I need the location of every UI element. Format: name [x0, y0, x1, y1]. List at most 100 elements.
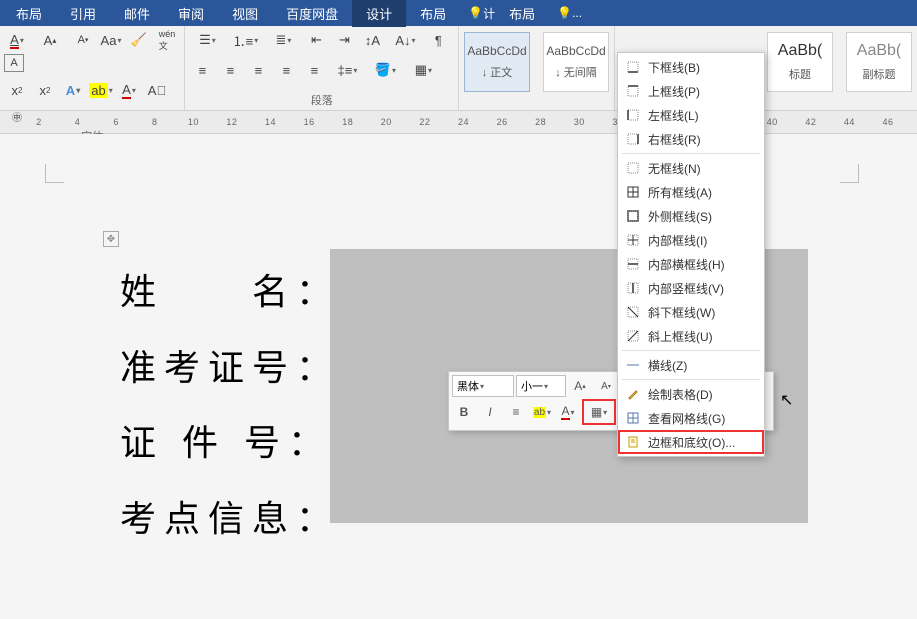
document-area[interactable]: ✥ 姓 名： 准考证号： 证 件 号： 考点信息： 黑体 ▾ 小一 ▾ A▴ A… [0, 134, 917, 619]
ctx-bv[interactable]: 内部竖框线(V) [618, 276, 764, 300]
ctx-bo[interactable]: 外侧框线(S) [618, 204, 764, 228]
align-left[interactable]: ≡ [189, 58, 215, 82]
mini-font-color[interactable]: A▾ [556, 401, 580, 423]
text-direction[interactable]: ↕A [359, 28, 385, 52]
menu-item-design[interactable]: 设计 [352, 0, 406, 27]
bullets[interactable]: ☰▾ [189, 28, 225, 52]
form-labels: 姓 名： 准考证号： 证 件 号： 考点信息： [120, 254, 340, 556]
label-exam-number: 准考证号： [120, 330, 340, 406]
border-icon [624, 410, 642, 426]
font-grow[interactable]: A▴ [32, 28, 68, 52]
border-icon [624, 304, 642, 320]
page-corner-tr [840, 164, 859, 183]
menu-item-mailings[interactable]: 邮件 [110, 0, 164, 27]
ctx-pen[interactable]: 绘制表格(D) [618, 382, 764, 406]
border-icon [624, 434, 642, 450]
mini-highlight[interactable]: ab▾ [530, 401, 554, 423]
ribbon: A▾ A▴ A▾ Aa▾ 🧹 wén文 A x2 x2 A▾ ab▾ A▾ A⃝… [0, 26, 917, 111]
ctx-bb[interactable]: 下框线(B) [618, 55, 764, 79]
mini-bold[interactable]: B [452, 401, 476, 423]
border-icon [624, 160, 642, 176]
menu-item-references[interactable]: 引用 [56, 0, 110, 27]
border-icon [624, 256, 642, 272]
align-center[interactable]: ≡ [217, 58, 243, 82]
numbering[interactable]: ⒈≡▾ [227, 28, 263, 52]
align-distribute[interactable]: ≡ [301, 58, 327, 82]
subscript[interactable]: x2 [4, 78, 30, 102]
menu-item-layout3[interactable]: 布局 [495, 0, 549, 27]
label-name: 姓 名： [120, 254, 340, 330]
ctx-bn[interactable]: 无框线(N) [618, 156, 764, 180]
label-id-number: 证 件 号： [120, 405, 340, 481]
mini-italic[interactable]: I [478, 401, 502, 423]
shading[interactable]: 🪣▾ [367, 58, 403, 82]
ctx-bd2[interactable]: 斜上框线(U) [618, 324, 764, 348]
align-right[interactable]: ≡ [245, 58, 271, 82]
text-effects[interactable]: A▾ [60, 78, 86, 102]
border-icon [624, 357, 642, 373]
ctx-grid[interactable]: 查看网格线(G) [618, 406, 764, 430]
font-shrink[interactable]: A▾ [70, 28, 96, 52]
ctx-doc[interactable]: 边框和底纹(O)... [618, 430, 764, 454]
show-marks[interactable]: ¶ [425, 28, 451, 52]
borders[interactable]: ▦▾ [405, 58, 441, 82]
menu-item-layout1[interactable]: 布局 [2, 0, 56, 27]
border-icon [624, 107, 642, 123]
sort[interactable]: A↓▾ [387, 28, 423, 52]
group-styles-a: AaBbCcDd↓ 正文 AaBbCcDd↓ 无间隔 [459, 26, 615, 110]
mini-shrink-font[interactable]: A▾ [594, 375, 618, 397]
font-color-dropdown[interactable]: A▾ [4, 28, 30, 52]
group-styles-b: AaBb(标题 AaBb(副标题 [762, 26, 917, 110]
mini-align[interactable]: ≡ [504, 401, 528, 423]
change-case[interactable]: Aa▾ [98, 28, 124, 52]
table-move-handle[interactable]: ✥ [103, 231, 119, 247]
style-nospacing[interactable]: AaBbCcDd↓ 无间隔 [543, 32, 609, 92]
increase-indent[interactable]: ⇥ [331, 28, 357, 52]
cursor-icon: ↖ [780, 390, 793, 410]
menu-item-view[interactable]: 视图 [218, 0, 272, 27]
char-border[interactable]: A [4, 54, 24, 72]
style-normal[interactable]: AaBbCcDd↓ 正文 [464, 32, 530, 92]
char-shading[interactable]: A⃝ [144, 78, 170, 102]
phonetic-guide[interactable]: wén文 [154, 28, 180, 52]
border-icon [624, 232, 642, 248]
ctx-bt[interactable]: 上框线(P) [618, 79, 764, 103]
font-color-2[interactable]: A▾ [116, 78, 142, 102]
group-paragraph: ☰▾ ⒈≡▾ ≣▾ ⇤ ⇥ ↕A A↓▾ ¶ ≡ ≡ ≡ ≡ ≡ ‡≡▾ 🪣▾ … [185, 26, 459, 110]
line-spacing[interactable]: ‡≡▾ [329, 58, 365, 82]
border-icon [624, 83, 642, 99]
ctx-bi[interactable]: 内部框线(I) [618, 228, 764, 252]
style-subtitle[interactable]: AaBb(副标题 [846, 32, 912, 92]
mini-font-family[interactable]: 黑体 ▾ [452, 375, 514, 397]
ctx-br[interactable]: 右框线(R) [618, 127, 764, 151]
border-icon [624, 328, 642, 344]
clear-formatting[interactable]: 🧹 [126, 28, 152, 52]
menu-item-baidu[interactable]: 百度网盘 [272, 0, 352, 27]
borders-menu: 下框线(B)上框线(P)左框线(L)右框线(R) 无框线(N)所有框线(A)外侧框… [617, 52, 765, 457]
ctx-bl[interactable]: 左框线(L) [618, 103, 764, 127]
border-icon [624, 131, 642, 147]
decrease-indent[interactable]: ⇤ [303, 28, 329, 52]
ctx-ba[interactable]: 所有框线(A) [618, 180, 764, 204]
border-icon [624, 208, 642, 224]
mini-grow-font[interactable]: A▴ [568, 375, 592, 397]
tell-me-2[interactable]: 💡 ... [557, 6, 582, 20]
menu-bar: 布局 引用 邮件 审阅 视图 百度网盘 设计 布局 💡 计 布局 💡 ... [0, 0, 917, 26]
enclose-char[interactable]: ㊥ [4, 104, 30, 128]
tell-me-1[interactable]: 💡 计 [468, 5, 495, 22]
border-icon [624, 59, 642, 75]
border-icon [624, 184, 642, 200]
mini-borders-button[interactable]: ▦▾ [582, 399, 616, 425]
menu-item-layout2[interactable]: 布局 [406, 0, 460, 27]
multilevel-list[interactable]: ≣▾ [265, 28, 301, 52]
ctx-bd1[interactable]: 斜下框线(W) [618, 300, 764, 324]
highlight[interactable]: ab▾ [88, 78, 114, 102]
page-corner-tl [45, 164, 64, 183]
style-title[interactable]: AaBb(标题 [767, 32, 833, 92]
menu-item-review[interactable]: 审阅 [164, 0, 218, 27]
ctx-hr[interactable]: 横线(Z) [618, 353, 764, 377]
superscript[interactable]: x2 [32, 78, 58, 102]
ctx-bh[interactable]: 内部横框线(H) [618, 252, 764, 276]
align-justify[interactable]: ≡ [273, 58, 299, 82]
mini-font-size[interactable]: 小一 ▾ [516, 375, 566, 397]
